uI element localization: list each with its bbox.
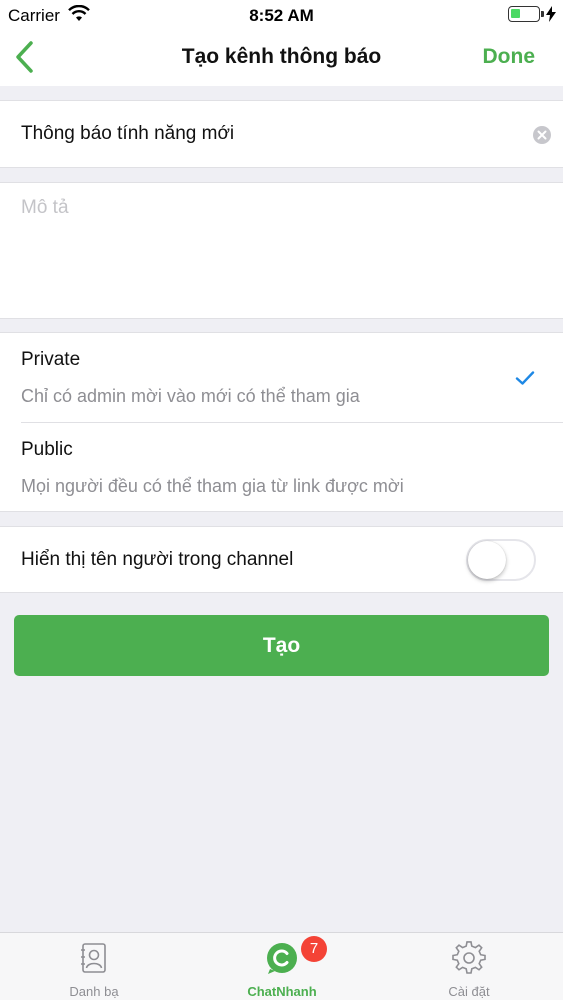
tab-label: ChatNhanh	[247, 984, 317, 999]
tab-danh-ba[interactable]: Danh bạ	[0, 933, 188, 1000]
navigation-bar: Tạo kênh thông báo Done	[0, 30, 563, 86]
status-bar: Carrier 8:52 AM	[0, 0, 563, 30]
clock: 8:52 AM	[249, 6, 314, 25]
notification-badge: 7	[301, 936, 327, 962]
option-public-description: Mọi người đều có thể tham gia từ link đư…	[21, 476, 404, 496]
charging-icon	[546, 6, 556, 27]
option-private-description: Chỉ có admin mời vào mới có thể tham gia	[21, 386, 360, 406]
battery-cap	[541, 11, 544, 17]
show-names-row: Hiển thị tên người trong channel	[0, 526, 563, 593]
clear-icon	[537, 130, 547, 140]
gear-icon	[452, 941, 486, 974]
tab-bar: Danh bạ 7 ChatNhanh Cài đặt	[0, 932, 563, 1000]
page-title: Tạo kênh thông báo	[181, 45, 382, 68]
show-names-toggle[interactable]	[466, 539, 536, 581]
option-private-title: Private	[21, 349, 81, 370]
create-button[interactable]: Tạo	[14, 615, 549, 676]
option-private[interactable]: Private Chỉ có admin mời vào mới có thể …	[0, 333, 563, 422]
tab-label: Cài đặt	[448, 984, 490, 999]
channel-name-row	[0, 100, 563, 168]
battery-level	[511, 9, 521, 18]
clear-text-button[interactable]	[533, 126, 551, 144]
tab-label: Danh bạ	[69, 984, 119, 999]
contacts-icon	[81, 943, 106, 973]
privacy-options: Private Chỉ có admin mời vào mới có thể …	[0, 332, 563, 512]
channel-name-input[interactable]	[21, 101, 511, 167]
option-public[interactable]: Public Mọi người đều có thể tham gia từ …	[0, 423, 563, 512]
show-names-label: Hiển thị tên người trong channel	[21, 549, 294, 570]
checkmark-icon	[515, 370, 535, 391]
toggle-knob	[468, 541, 506, 579]
done-button[interactable]: Done	[483, 45, 536, 69]
description-row	[0, 182, 563, 319]
tab-cai-dat[interactable]: Cài đặt	[375, 933, 563, 1000]
option-public-title: Public	[21, 439, 73, 460]
tab-chatnhanh[interactable]: 7 ChatNhanh	[188, 933, 376, 1000]
chat-icon	[267, 943, 297, 974]
description-input[interactable]	[21, 197, 541, 307]
battery-icon	[508, 6, 540, 22]
